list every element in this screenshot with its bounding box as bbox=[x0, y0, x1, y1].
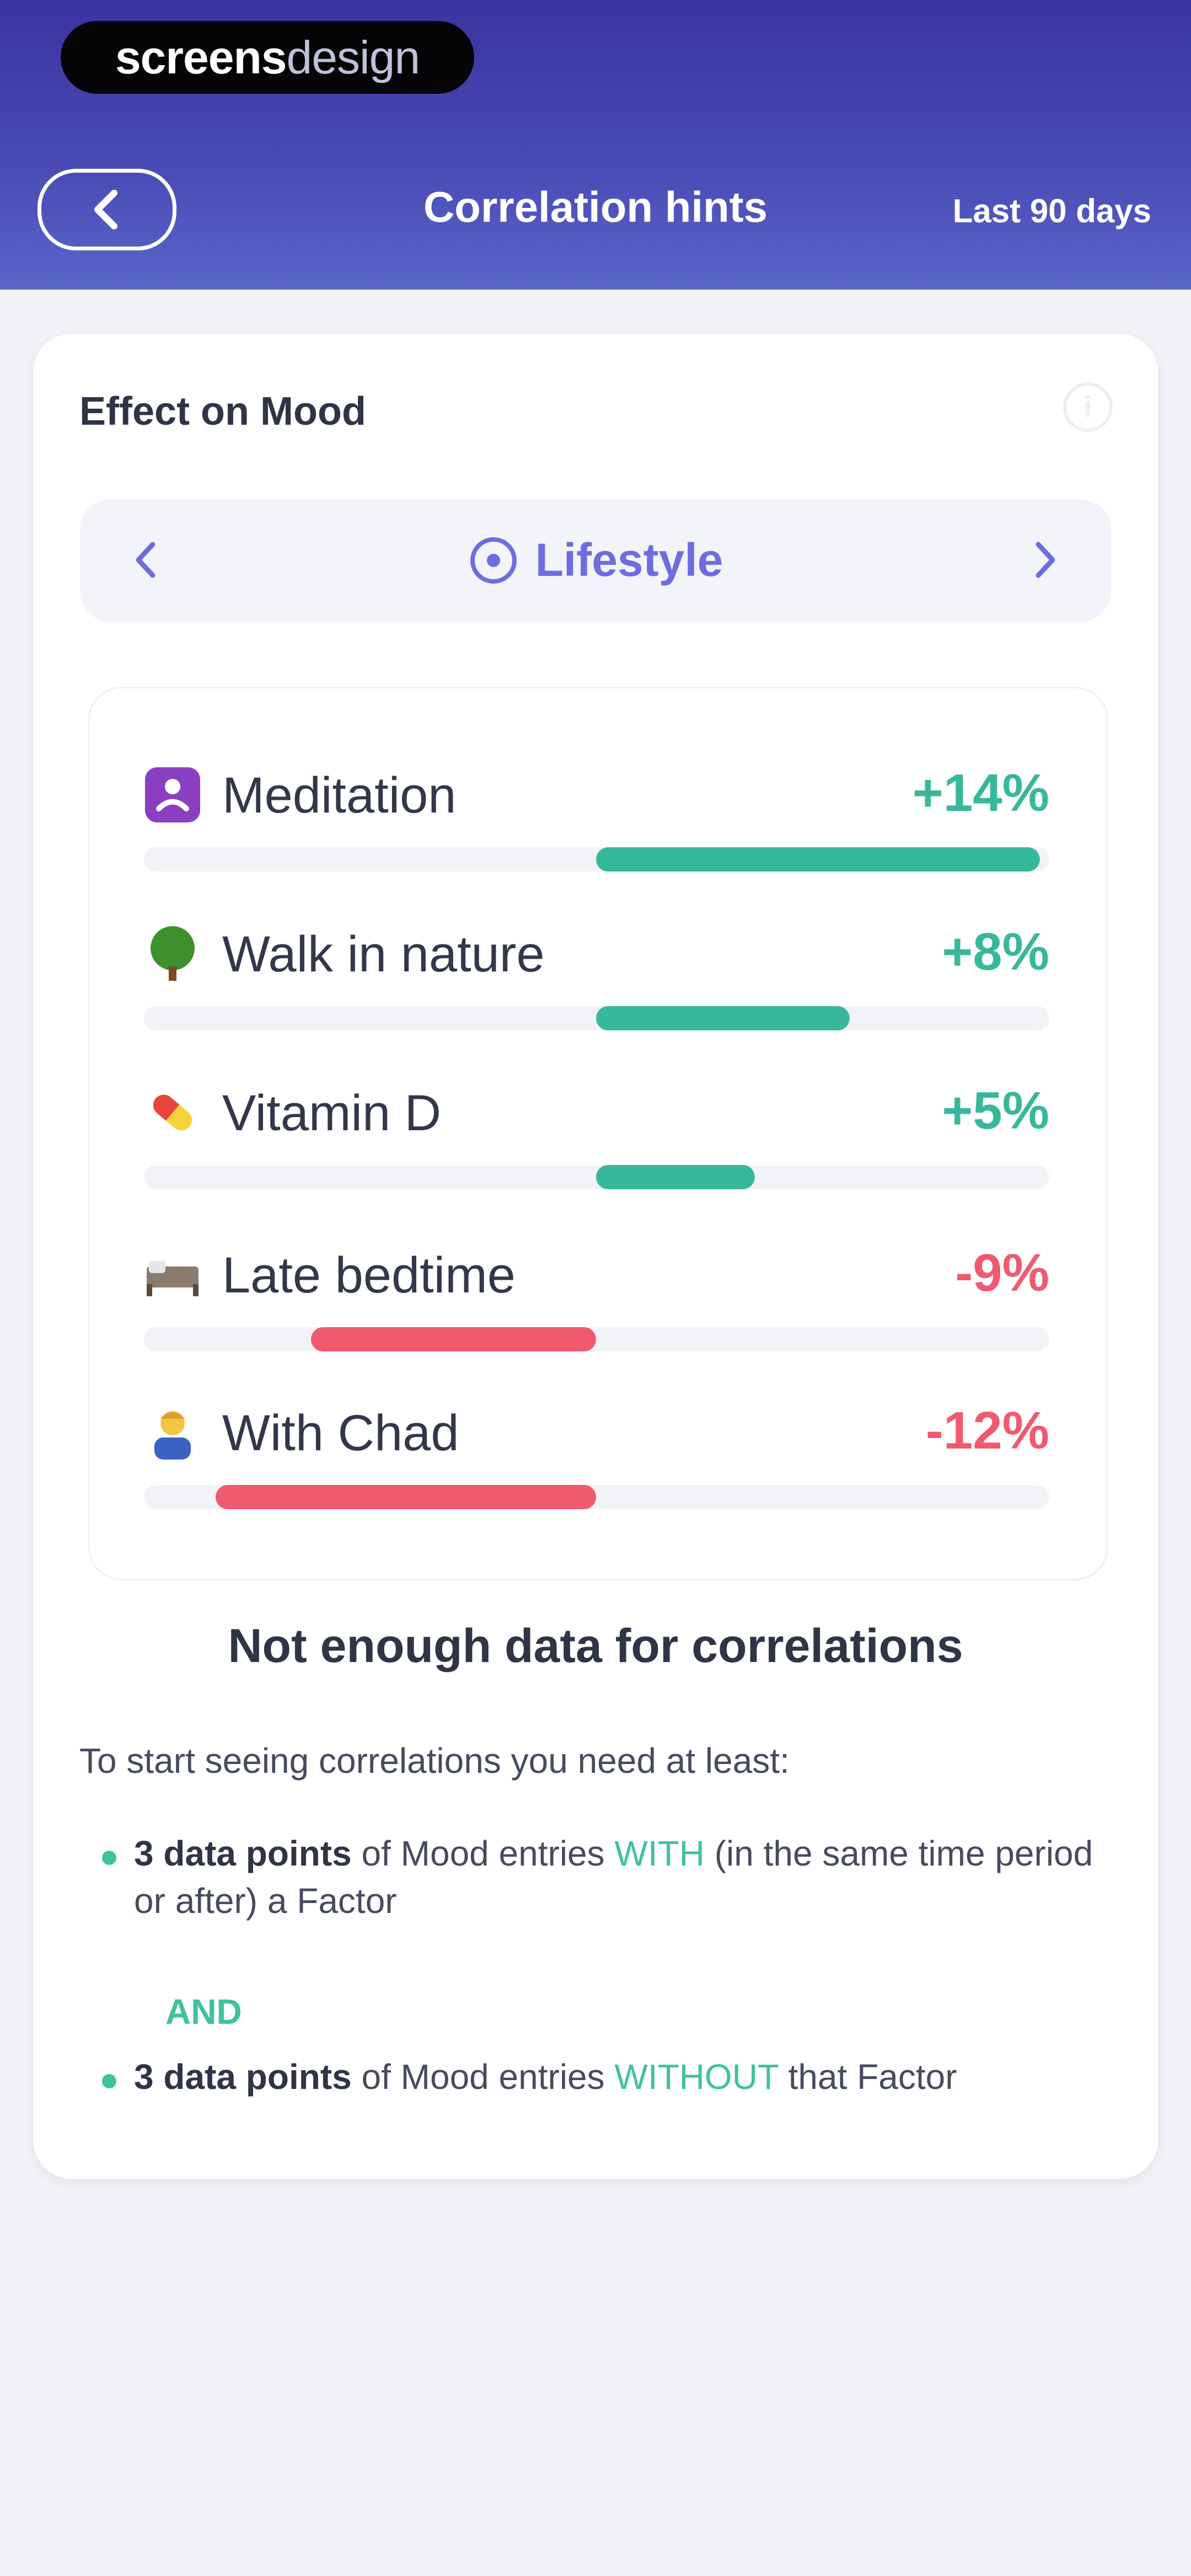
factor-track bbox=[144, 1165, 1049, 1189]
factor-name: With Chad bbox=[222, 1405, 459, 1461]
card-title: Effect on Mood bbox=[79, 389, 366, 434]
req-highlight: WITH bbox=[614, 1834, 705, 1873]
factor-bar bbox=[596, 847, 1040, 872]
factor-value: +8% bbox=[942, 922, 1049, 981]
factor-row[interactable]: Meditation +14% bbox=[90, 733, 1110, 876]
factor-track bbox=[144, 1006, 1049, 1030]
factor-value: -9% bbox=[955, 1243, 1049, 1302]
factor-value: +5% bbox=[942, 1081, 1049, 1140]
bullet-dot bbox=[102, 1851, 116, 1865]
category-switcher: Lifestyle bbox=[80, 499, 1111, 622]
factor-row[interactable]: Vitamin D +5% bbox=[90, 1050, 1110, 1194]
factor-row[interactable]: With Chad -12% bbox=[90, 1370, 1110, 1514]
factor-bar bbox=[216, 1485, 596, 1509]
and-separator: AND bbox=[165, 1992, 242, 2032]
requirement-with: 3 data points of Mood entries WITH (in t… bbox=[134, 1830, 1104, 1925]
tree-icon bbox=[151, 926, 195, 981]
factor-row[interactable]: Late bedtime -9% bbox=[90, 1212, 1110, 1356]
req-mid: of Mood entries bbox=[351, 2057, 615, 2097]
factor-bar bbox=[596, 1165, 755, 1189]
factor-bar bbox=[596, 1006, 850, 1030]
req-highlight: WITHOUT bbox=[614, 2057, 779, 2097]
logo-part-2: design bbox=[286, 31, 421, 83]
logo-part-1: screens bbox=[115, 31, 287, 83]
factor-name: Meditation bbox=[222, 767, 457, 824]
bed-icon bbox=[147, 1261, 198, 1296]
factor-track bbox=[144, 847, 1049, 872]
effect-card: Effect on Mood i Lifestyle Meditation +1… bbox=[33, 334, 1158, 2179]
factor-value: +14% bbox=[912, 763, 1049, 822]
factor-name: Walk in nature bbox=[222, 926, 545, 982]
category-name: Lifestyle bbox=[535, 534, 723, 586]
factor-list: Meditation +14% Walk in nature +8% Vitam… bbox=[88, 687, 1108, 1580]
empty-state-title: Not enough data for correlations bbox=[228, 1620, 963, 1672]
factor-track bbox=[144, 1327, 1049, 1351]
bullet-dot bbox=[102, 2074, 116, 2088]
date-range-selector[interactable]: Last 90 days bbox=[953, 192, 1151, 230]
factor-bar bbox=[310, 1327, 596, 1351]
meditation-icon bbox=[145, 767, 200, 822]
req-bold: 3 data points bbox=[134, 1834, 352, 1873]
factor-name: Late bedtime bbox=[222, 1247, 516, 1303]
empty-state-intro: To start seeing correlations you need at… bbox=[79, 1741, 790, 1781]
app-header: screens design Correlation hints Last 90 … bbox=[0, 0, 1191, 290]
info-icon[interactable]: i bbox=[1063, 382, 1113, 432]
requirement-without: 3 data points of Mood entries WITHOUT th… bbox=[134, 2053, 1104, 2101]
category-label: Lifestyle bbox=[80, 533, 1111, 587]
factor-row[interactable]: Walk in nature +8% bbox=[90, 891, 1110, 1035]
factor-name: Vitamin D bbox=[222, 1085, 442, 1141]
factor-value: -12% bbox=[925, 1401, 1049, 1460]
req-bold: 3 data points bbox=[134, 2057, 352, 2097]
person-icon bbox=[154, 1411, 191, 1460]
category-next-button[interactable] bbox=[1012, 527, 1078, 593]
lifestyle-icon bbox=[470, 537, 517, 584]
pill-icon bbox=[153, 1094, 192, 1131]
screensdesign-logo: screens design bbox=[61, 21, 474, 94]
req-mid: of Mood entries bbox=[351, 1834, 615, 1873]
req-rest: that Factor bbox=[778, 2057, 957, 2097]
chevron-right-icon bbox=[1036, 542, 1055, 578]
factor-track bbox=[144, 1485, 1049, 1509]
